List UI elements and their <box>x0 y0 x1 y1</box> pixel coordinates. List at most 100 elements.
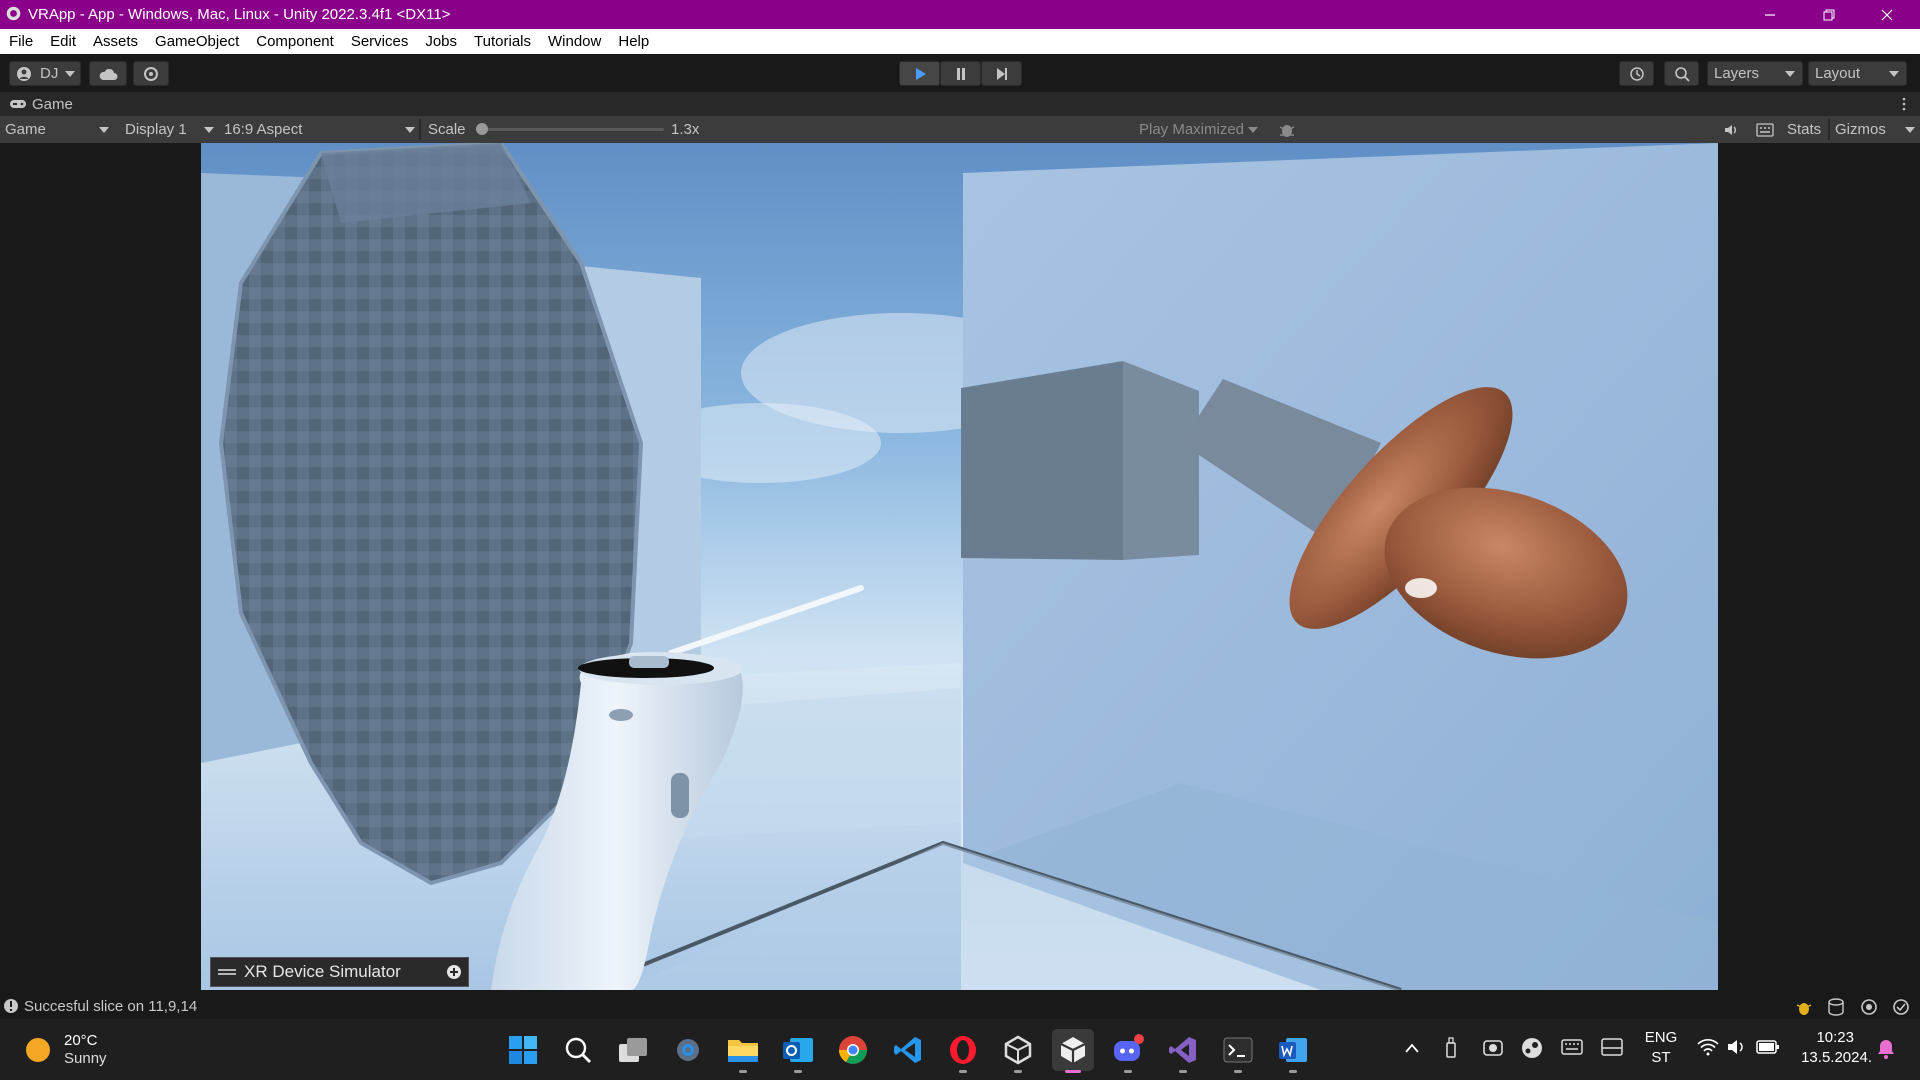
steam-icon[interactable] <box>1521 1037 1543 1059</box>
running-indicator <box>1179 1070 1187 1073</box>
expand-plus-icon[interactable] <box>446 964 462 980</box>
title-bar: VRApp - App - Windows, Mac, Linux - Unit… <box>0 0 1920 29</box>
bug-icon <box>1279 124 1295 137</box>
layout-label: Layout <box>1815 65 1861 82</box>
running-indicator <box>1234 1070 1242 1073</box>
search-button[interactable] <box>1664 61 1699 86</box>
xr-device-simulator-panel[interactable]: XR Device Simulator <box>210 957 469 987</box>
taskbar-unity-hub[interactable] <box>997 1029 1039 1073</box>
game-tab-row: Game <box>0 92 1920 116</box>
view-mode-dropdown[interactable]: Game <box>5 116 109 143</box>
main-toolbar: DJ Layers Layout <box>0 54 1920 92</box>
account-dropdown[interactable]: DJ <box>9 61 81 86</box>
cache-server-icon[interactable] <box>1827 998 1845 1016</box>
speaker-icon <box>1725 124 1736 135</box>
weather-widget[interactable]: 20°C Sunny <box>20 1029 150 1071</box>
menu-tutorials[interactable]: Tutorials <box>465 33 539 50</box>
stats-button[interactable]: Stats <box>1787 116 1821 143</box>
frame-debugger-button[interactable] <box>1278 116 1296 143</box>
taskbar-chrome[interactable] <box>832 1029 874 1071</box>
capture-icon[interactable] <box>1482 1037 1504 1059</box>
history-button[interactable] <box>1619 61 1654 86</box>
volume-icon[interactable] <box>1726 1038 1746 1056</box>
chevron-up-icon[interactable] <box>1404 1042 1420 1054</box>
game-viewport[interactable] <box>201 143 1718 990</box>
notification-bell-icon[interactable] <box>1876 1038 1896 1060</box>
pause-button[interactable] <box>940 61 981 86</box>
menu-gameobject[interactable]: GameObject <box>146 33 247 50</box>
step-button[interactable] <box>981 61 1022 86</box>
chevron-down-icon <box>204 126 214 133</box>
menu-services[interactable]: Services <box>342 33 417 50</box>
menu-jobs[interactable]: Jobs <box>416 33 465 50</box>
progress-ring-icon[interactable] <box>1860 998 1878 1016</box>
menu-component[interactable]: Component <box>247 33 342 50</box>
menu-assets[interactable]: Assets <box>84 33 146 50</box>
keyboard-icon[interactable] <box>1561 1039 1583 1055</box>
play-maximized-dropdown[interactable]: Play Maximized <box>1139 116 1269 143</box>
display-icon[interactable] <box>1601 1038 1623 1056</box>
cloud-button[interactable] <box>89 61 127 86</box>
start-button[interactable] <box>502 1029 544 1071</box>
close-button[interactable] <box>1858 0 1916 29</box>
play-button[interactable] <box>899 61 940 86</box>
tab-game[interactable]: Game <box>0 92 90 116</box>
taskbar-opera[interactable] <box>942 1029 984 1073</box>
gizmos-dropdown[interactable]: Gizmos <box>1835 116 1915 143</box>
scale-value: 1.3x <box>671 121 700 138</box>
taskbar-settings[interactable] <box>667 1029 709 1071</box>
weather-desc: Sunny <box>64 1050 107 1067</box>
active-indicator <box>1065 1070 1081 1073</box>
menu-file[interactable]: File <box>0 33 41 50</box>
tab-menu-button[interactable] <box>1896 94 1912 114</box>
chevron-down-icon <box>1248 126 1259 133</box>
menu-window[interactable]: Window <box>539 33 609 50</box>
taskbar-visual-studio[interactable] <box>1162 1029 1204 1073</box>
scale-slider-track[interactable] <box>476 123 664 135</box>
scale-slider-thumb[interactable] <box>476 123 488 135</box>
taskbar-file-explorer[interactable] <box>722 1029 764 1073</box>
bug-warning-icon[interactable] <box>1795 998 1813 1016</box>
usb-device-icon[interactable] <box>1444 1037 1458 1059</box>
check-circle-icon[interactable] <box>1892 998 1910 1016</box>
language-indicator[interactable]: ENG ST <box>1642 1029 1680 1071</box>
menu-edit[interactable]: Edit <box>41 33 84 50</box>
wifi-icon[interactable] <box>1697 1038 1719 1056</box>
minimize-icon <box>1765 13 1775 16</box>
display-dropdown[interactable]: Display 1 <box>125 116 214 143</box>
status-message[interactable]: Succesful slice on 11,9,14 <box>24 998 197 1015</box>
chevron-down-icon <box>405 126 415 133</box>
info-icon <box>4 999 18 1013</box>
layers-dropdown[interactable]: Layers <box>1707 61 1803 86</box>
aspect-label: 16:9 Aspect <box>224 121 303 138</box>
minimize-button[interactable] <box>1741 0 1799 29</box>
status-bar: Succesful slice on 11,9,14 <box>0 995 1920 1019</box>
layout-dropdown[interactable]: Layout <box>1808 61 1907 86</box>
language-label: ENG <box>1644 1029 1678 1046</box>
taskbar-discord[interactable] <box>1107 1029 1149 1073</box>
taskbar-terminal[interactable] <box>1217 1029 1259 1073</box>
shortcut-button[interactable] <box>1756 116 1774 143</box>
visual-studio-icon <box>1169 1037 1196 1063</box>
taskbar-unity-editor[interactable] <box>1052 1029 1094 1073</box>
taskbar-outlook[interactable] <box>777 1029 819 1073</box>
menu-bar: File Edit Assets GameObject Component Se… <box>0 29 1920 54</box>
running-indicator <box>1014 1070 1022 1073</box>
clock[interactable]: 10:23 13.5.2024. <box>1790 1029 1872 1071</box>
taskbar-word[interactable] <box>1272 1029 1314 1073</box>
battery-icon[interactable] <box>1756 1039 1780 1055</box>
taskbar-search[interactable] <box>557 1029 599 1071</box>
layers-label: Layers <box>1714 65 1760 82</box>
menu-help[interactable]: Help <box>609 33 657 50</box>
mute-audio-button[interactable] <box>1723 116 1739 143</box>
search-icon <box>565 1037 591 1063</box>
restore-button[interactable] <box>1800 0 1858 29</box>
aspect-dropdown[interactable]: 16:9 Aspect <box>224 116 415 143</box>
word-icon <box>1279 1038 1307 1062</box>
task-view-button[interactable] <box>612 1029 654 1071</box>
scale-label: Scale <box>428 121 466 138</box>
collab-button[interactable] <box>133 61 169 86</box>
taskbar-vscode[interactable] <box>887 1029 929 1071</box>
language-sub-label: ST <box>1651 1049 1671 1066</box>
restore-icon <box>1823 9 1835 20</box>
